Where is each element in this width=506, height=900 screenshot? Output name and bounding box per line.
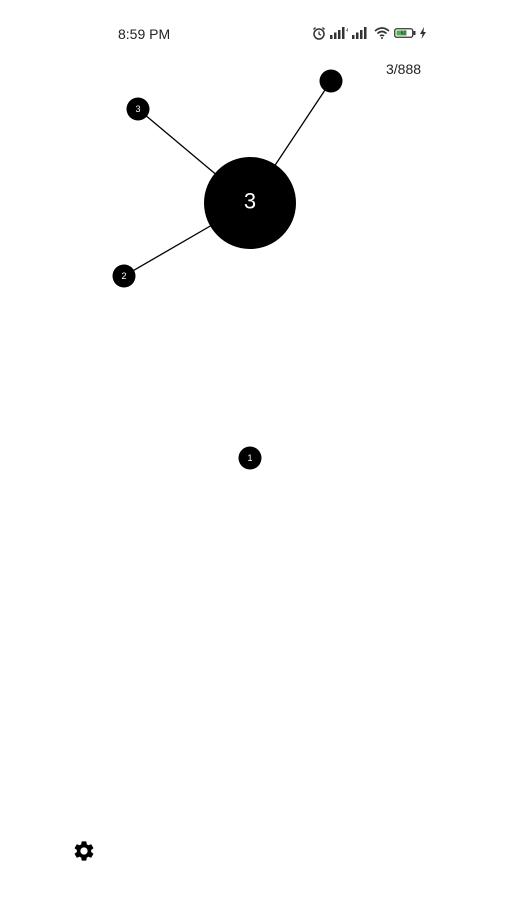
stuck-pin: 2 — [112, 264, 136, 288]
core-count: 3 — [244, 189, 256, 214]
game-area[interactable]: 3 2 3 1 — [0, 0, 506, 900]
core-circle: 3 — [204, 157, 296, 249]
next-pin[interactable]: 1 — [238, 446, 262, 470]
settings-button[interactable] — [72, 839, 96, 863]
pin-label: 3 — [135, 104, 140, 114]
stuck-pin — [319, 69, 343, 93]
pin-label: 2 — [121, 271, 126, 281]
next-pin-label: 1 — [247, 453, 252, 463]
stuck-pin: 3 — [126, 97, 150, 121]
gear-icon[interactable] — [72, 839, 96, 863]
